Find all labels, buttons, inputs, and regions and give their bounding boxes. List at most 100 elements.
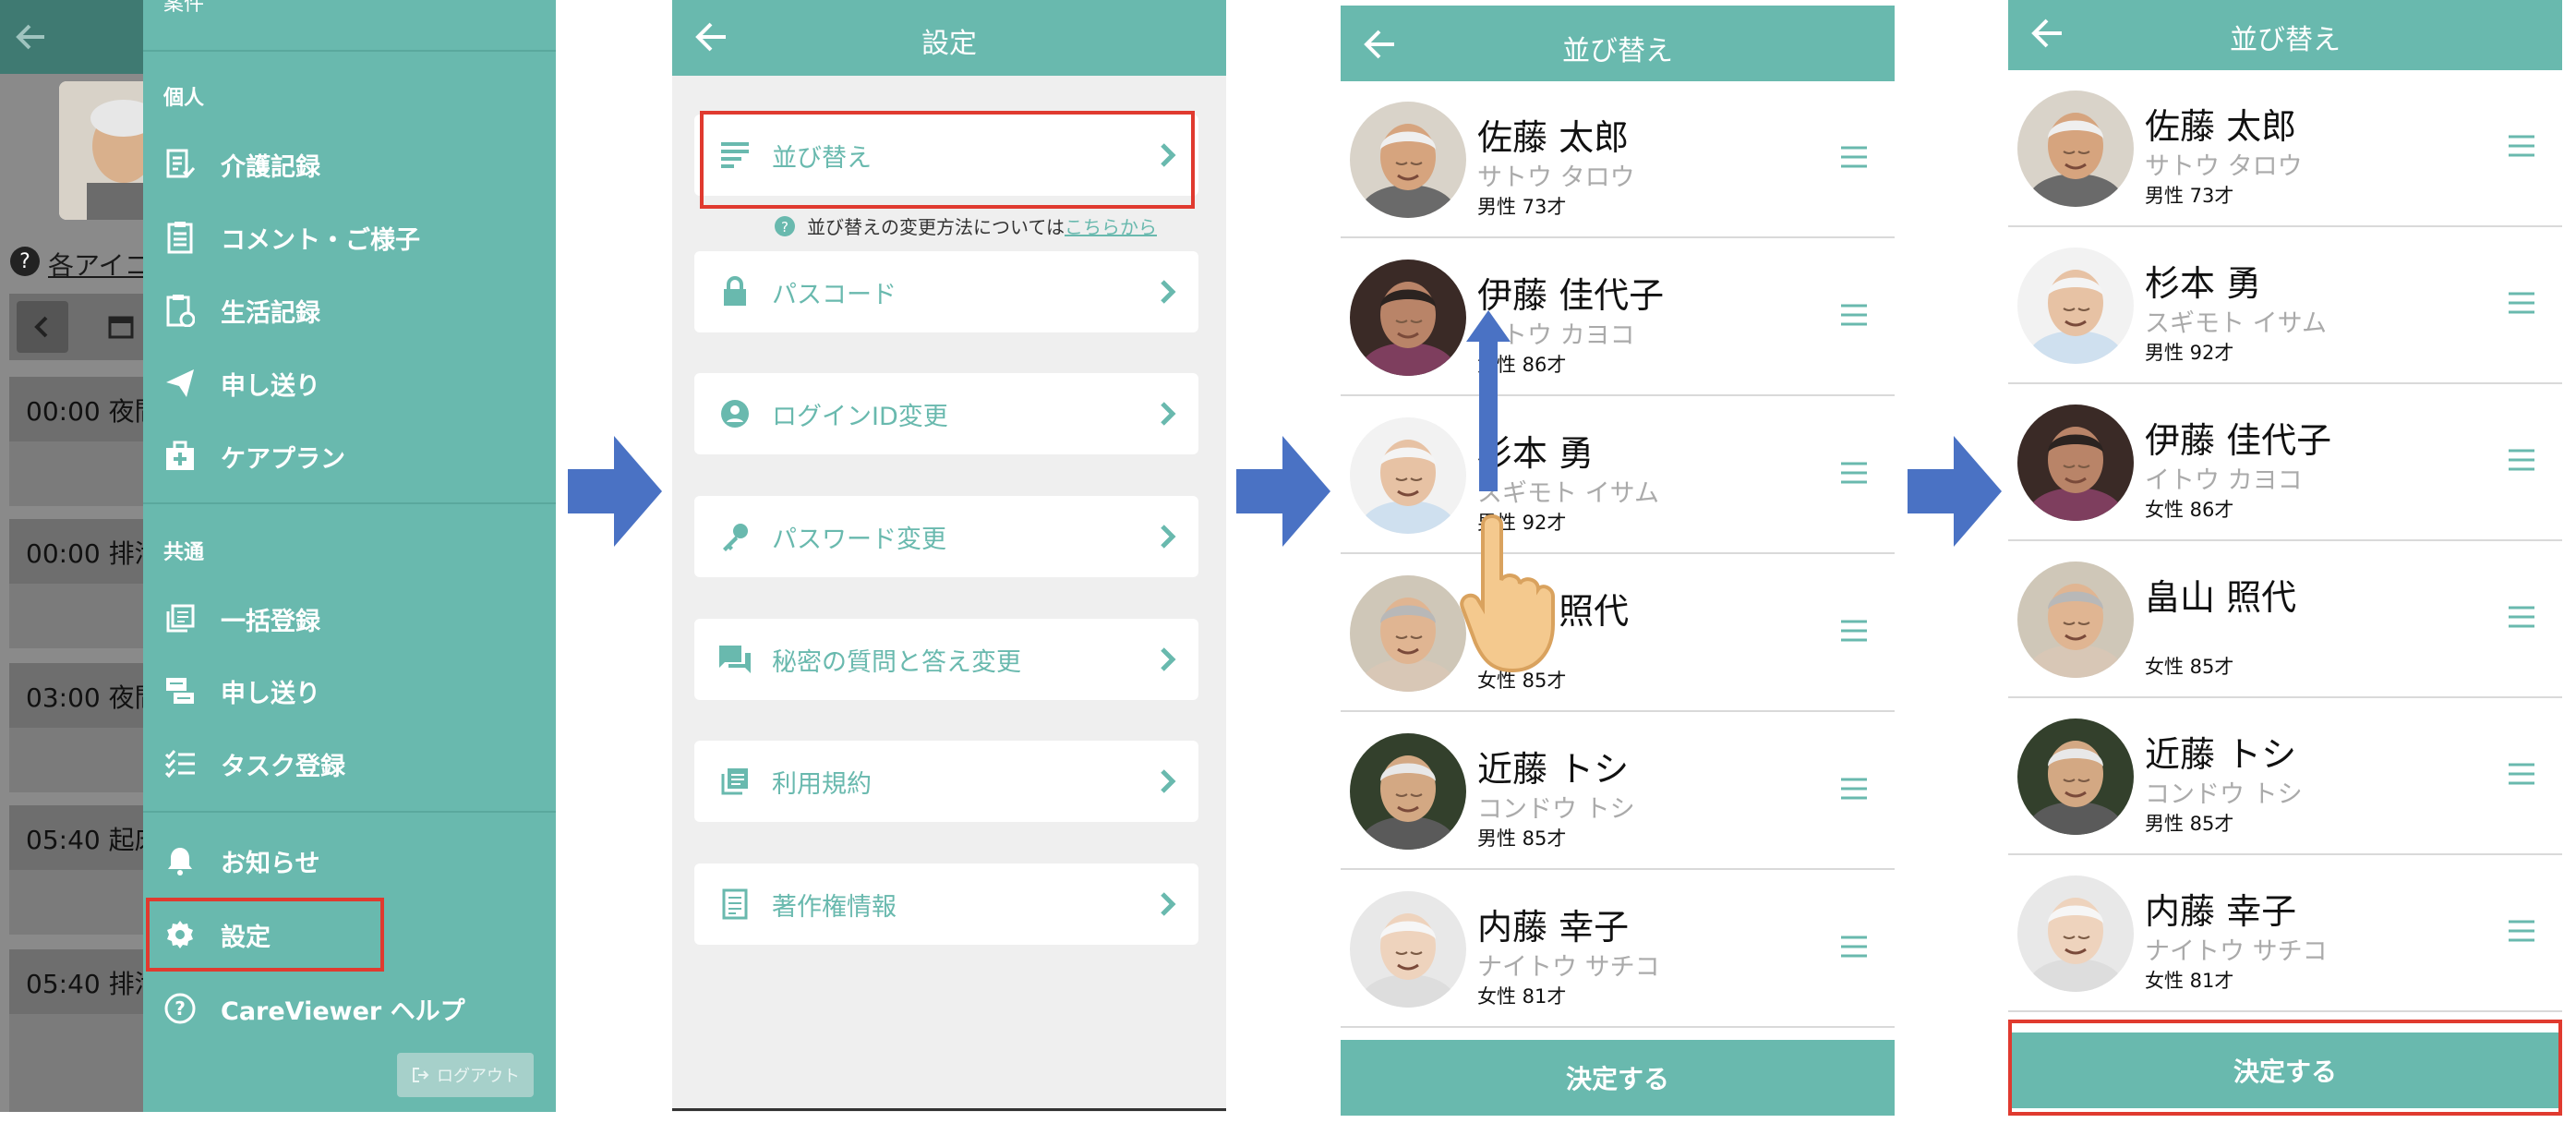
resident-name: 近藤 トシ (2145, 734, 2297, 775)
drag-handle-icon[interactable] (1836, 296, 1872, 333)
menu-label: 申し送り (221, 371, 320, 401)
resident-row[interactable]: 伊藤 佳代子 イトウ カヨコ 女性 86才 (2008, 384, 2562, 541)
drag-handle-icon[interactable] (2503, 598, 2540, 635)
drag-handle-icon[interactable] (1836, 770, 1872, 807)
task-icon (162, 745, 199, 782)
page-title: 並び替え (1562, 35, 1673, 67)
avatar (2017, 875, 2134, 992)
resident-row[interactable]: 畠山 照代女性 85才 (2008, 541, 2562, 698)
copyright-icon (716, 886, 753, 923)
drag-handle-icon[interactable] (2503, 127, 2540, 164)
avatar (1350, 733, 1466, 850)
chat-icon (716, 641, 753, 678)
help-circle-icon[interactable]: ? (9, 246, 41, 277)
menu-label: 生活記録 (221, 298, 320, 328)
drag-handle-icon[interactable] (2503, 284, 2540, 321)
resident-row[interactable]: 内藤 幸子 ナイトウ サチコ 女性 81才 (1341, 871, 1895, 1028)
icon-help-link[interactable]: 各アイコ (48, 246, 146, 283)
drag-handle-icon[interactable] (1836, 612, 1872, 649)
resident-row[interactable]: 近藤 トシ コンドウ トシ 男性 85才 (2008, 698, 2562, 855)
note-link[interactable]: こちらから (1065, 212, 1157, 239)
resident-name: 内藤 幸子 (1477, 907, 1630, 948)
record-row-spacer (9, 1014, 148, 1112)
avatar (2017, 718, 2134, 835)
resident-info: 男性 85才 (2145, 813, 2234, 835)
menu-label: CareViewer ヘルプ (221, 996, 465, 1026)
resident-kana: コンドウ トシ (1477, 795, 1635, 824)
drag-handle-icon[interactable] (1836, 139, 1872, 175)
date-bar (9, 294, 148, 360)
flow-arrow-icon (1234, 434, 1332, 549)
section-personal: 個人 (163, 87, 205, 110)
setting-password[interactable]: パスワード変更 (694, 496, 1198, 577)
care-plan-icon (162, 438, 199, 475)
highlight-sort (700, 111, 1195, 209)
resident-photo (59, 81, 151, 220)
drag-handle-icon[interactable] (1836, 928, 1872, 965)
settings-header: 設定 (672, 0, 1226, 76)
drag-handle-icon[interactable] (1836, 454, 1872, 491)
avatar (1350, 575, 1466, 692)
setting-label: パスワード変更 (772, 525, 946, 554)
logout-button[interactable]: ログアウト (397, 1053, 534, 1097)
resident-row[interactable]: 内藤 幸子 ナイトウ サチコ 女性 81才 (2008, 855, 2562, 1012)
resident-info: 男性 73才 (2145, 185, 2234, 207)
care-record-icon (162, 146, 199, 183)
svg-text:?: ? (175, 997, 186, 1020)
setting-login-id[interactable]: ログインID変更 (694, 373, 1198, 454)
resident-row[interactable]: 佐藤 太郎 サトウ タロウ 男性 73才 (2008, 70, 2562, 227)
chevron-right-icon (1152, 399, 1182, 429)
sort-screen-after: 並び替え 佐藤 太郎 サトウ タロウ 男性 73才 杉本 勇スギモト イサム 男性 92… (2008, 0, 2562, 1123)
record-row[interactable]: 03:00 夜間 (9, 663, 148, 728)
sort-header: 並び替え (2008, 0, 2562, 70)
menu-comment[interactable]: コメント・ご様子 (162, 210, 531, 265)
drag-up-arrow-icon (1461, 308, 1516, 493)
resident-name: 伊藤 佳代子 (2145, 420, 2332, 461)
resident-name: 佐藤 太郎 (1477, 117, 1630, 158)
confirm-button[interactable]: 決定する (1341, 1040, 1895, 1116)
menu-label: ケアプラン (221, 444, 345, 474)
logout-icon (411, 1066, 429, 1084)
record-row[interactable]: 00:00 排泄 (9, 519, 148, 584)
drag-handle-icon[interactable] (2503, 441, 2540, 478)
menu-life-record[interactable]: 生活記録 (162, 283, 531, 338)
menu-label: お知らせ (221, 849, 320, 878)
menu-help[interactable]: ? CareViewer ヘルプ (162, 981, 531, 1036)
key-icon (716, 518, 753, 555)
handover-icon (162, 672, 199, 709)
menu-care-record[interactable]: 介護記録 (162, 137, 531, 192)
menu-send[interactable]: 申し送り (162, 356, 531, 411)
flow-arrow-icon (1906, 434, 2004, 549)
avatar (2017, 91, 2134, 207)
resident-row[interactable]: 畠山 照代女性 85才 (1341, 555, 1895, 712)
resident-row[interactable]: 近藤 トシ コンドウ トシ 男性 85才 (1341, 713, 1895, 870)
setting-terms[interactable]: 利用規約 (694, 741, 1198, 822)
menu-notice[interactable]: お知らせ (162, 833, 531, 888)
prev-day-button[interactable] (17, 301, 68, 353)
setting-copyright[interactable]: 著作権情報 (694, 863, 1198, 945)
resident-row[interactable]: 杉本 勇スギモト イサム 男性 92才 (2008, 227, 2562, 384)
terms-icon (716, 763, 753, 800)
resident-name: 内藤 幸子 (2145, 891, 2297, 932)
drag-handle-icon[interactable] (2503, 755, 2540, 792)
record-row[interactable]: 05:40 起床 (9, 805, 148, 870)
menu-care-plan[interactable]: ケアプラン (162, 429, 531, 484)
setting-secret-question[interactable]: 秘密の質問と答え変更 (694, 619, 1198, 700)
resident-row[interactable]: 伊藤 佳代子 イトウ カヨコ 女性 86才 (1341, 239, 1895, 396)
calendar-icon[interactable] (107, 312, 135, 340)
resident-row[interactable]: 杉本 勇スギモト イサム 男性 92才 (1341, 397, 1895, 554)
setting-passcode[interactable]: パスコード (694, 251, 1198, 332)
setting-label: パスコード (772, 280, 897, 309)
menu-label: 申し送り (221, 679, 320, 708)
record-row[interactable]: 00:00 夜間 (9, 377, 148, 441)
record-row[interactable]: 05:40 排泄 (9, 949, 148, 1014)
menu-task-register[interactable]: タスク登録 (162, 736, 531, 791)
drag-handle-icon[interactable] (2503, 912, 2540, 949)
hand-pointer-icon (1455, 506, 1557, 673)
menu-bulk-register[interactable]: 一括登録 (162, 591, 531, 646)
menu-label: タスク登録 (221, 752, 345, 781)
menu-handover[interactable]: 申し送り (162, 663, 531, 718)
resident-row[interactable]: 佐藤 太郎 サトウ タロウ 男性 73才 (1341, 81, 1895, 238)
chevron-right-icon (1152, 767, 1182, 796)
avatar (2017, 405, 2134, 521)
